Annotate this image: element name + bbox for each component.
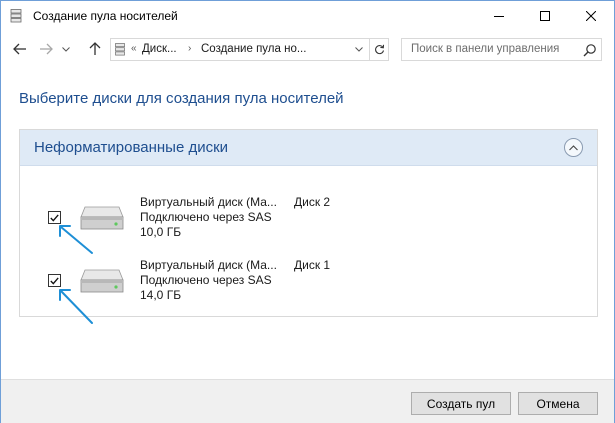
chevron-down-icon — [355, 47, 363, 52]
title-bar: Создание пула носителей — [1, 1, 614, 32]
disk-connection: Подключено через SAS — [140, 273, 272, 287]
disk-size: 10,0 ГБ — [140, 225, 182, 239]
disk-name: Виртуальный диск (Ма... — [140, 195, 277, 209]
dialog-footer: Создать пул Отмена — [1, 379, 614, 423]
navigation-bar: « Диск... › Создание пула но... Поиск в … — [1, 32, 614, 66]
back-button[interactable] — [11, 40, 29, 58]
disk-connection: Подключено через SAS — [140, 210, 272, 224]
storage-pool-window: Создание пула носителей « Диск... › Созд… — [0, 0, 615, 423]
forward-arrow-icon — [40, 43, 53, 55]
collapse-button[interactable] — [564, 138, 583, 157]
disk-label: Диск 2 — [294, 195, 331, 209]
storage-spaces-icon — [10, 9, 22, 23]
cancel-button[interactable]: Отмена — [518, 392, 598, 415]
maximize-button[interactable] — [522, 1, 568, 31]
group-header[interactable]: Неформатированные диски — [20, 130, 597, 166]
annotation-arrow-icon — [59, 225, 93, 254]
search-icon[interactable] — [583, 43, 597, 57]
disk-size: 14,0 ГБ — [140, 288, 182, 302]
back-arrow-icon — [13, 43, 26, 55]
up-button[interactable] — [86, 40, 104, 58]
close-icon — [586, 11, 596, 21]
search-box[interactable]: Поиск в панели управления — [401, 38, 602, 61]
minimize-button[interactable] — [476, 1, 522, 31]
refresh-icon — [375, 44, 385, 55]
disk-label: Диск 1 — [294, 258, 331, 272]
close-button[interactable] — [568, 1, 614, 31]
storage-spaces-icon — [115, 43, 125, 56]
search-placeholder[interactable]: Поиск в панели управления — [411, 43, 559, 55]
checkmark-icon — [50, 213, 59, 222]
chevron-down-icon — [62, 46, 70, 52]
forward-button[interactable] — [37, 40, 55, 58]
disk-group: Неформатированные диски Виртуальный диск… — [19, 129, 598, 324]
list-item: Виртуальный диск (Ма... Подключено через… — [20, 188, 597, 244]
window-title: Создание пула носителей — [33, 9, 178, 23]
annotation-arrow-icon — [59, 289, 93, 324]
breadcrumb-separator[interactable]: › — [188, 43, 191, 54]
breadcrumb-item-disk[interactable]: Диск... — [142, 43, 177, 55]
group-title: Неформатированные диски — [34, 139, 229, 156]
breadcrumb-overflow[interactable]: « — [131, 43, 137, 54]
page-title: Выберите диски для создания пула носител… — [19, 90, 344, 107]
address-dropdown-button[interactable] — [352, 41, 366, 58]
list-item: Виртуальный диск (Ма... Подключено через… — [20, 252, 597, 308]
recent-locations-button[interactable] — [59, 40, 73, 58]
address-bar[interactable]: « Диск... › Создание пула но... — [110, 38, 389, 61]
disk-name: Виртуальный диск (Ма... — [140, 258, 277, 272]
chevron-up-icon — [569, 144, 578, 150]
up-arrow-icon — [89, 42, 101, 55]
refresh-button[interactable] — [369, 39, 389, 60]
create-pool-button[interactable]: Создать пул — [411, 392, 511, 415]
maximize-icon — [540, 11, 550, 21]
checkmark-icon — [50, 276, 59, 285]
breadcrumb-item-current[interactable]: Создание пула но... — [201, 43, 306, 55]
minimize-icon — [494, 16, 504, 17]
